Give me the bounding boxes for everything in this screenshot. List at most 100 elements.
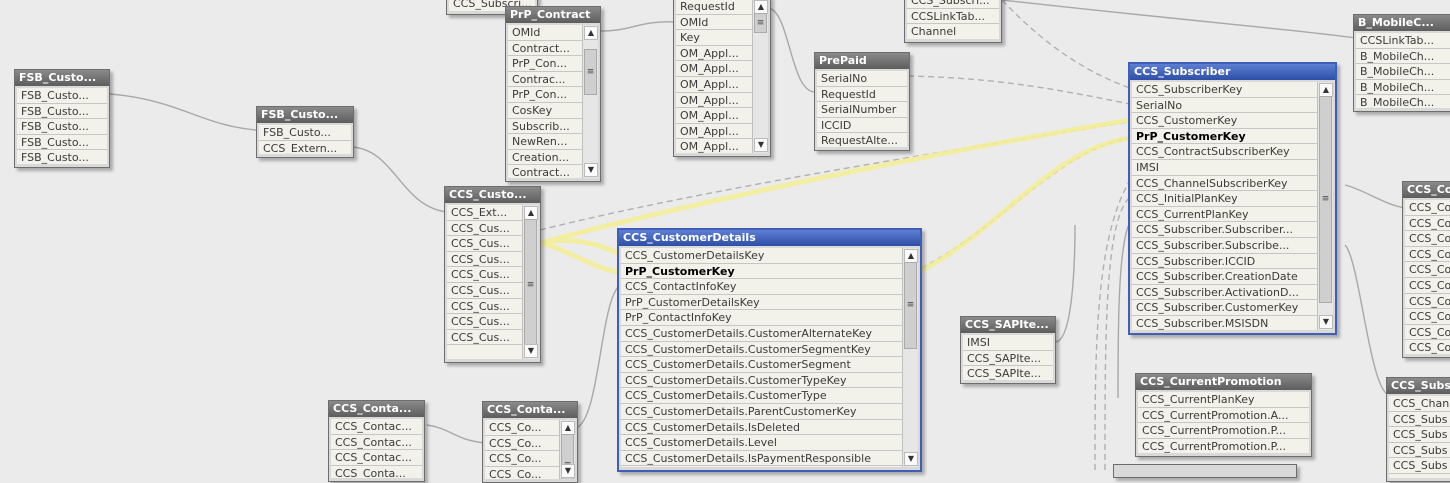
scroll-down-icon[interactable]: ▼ (524, 344, 538, 358)
table-field[interactable]: FSB_Custo... (17, 88, 107, 104)
table-field[interactable]: CCS_Co (1405, 278, 1450, 294)
table-field[interactable]: Subscrib... (508, 119, 583, 135)
table-title[interactable]: CCS_Conta... (483, 402, 577, 418)
table-title[interactable]: CCS_SAPIte... (961, 317, 1055, 333)
table-field[interactable]: CCS_CustomerDetails.CustomerSegment (621, 357, 903, 373)
table-field[interactable]: CCS_Subscriber.MSISDN (1132, 316, 1318, 330)
table-field[interactable]: CCS_CustomerDetails.CustomerSegmentKey (621, 342, 903, 358)
table-field[interactable]: IMSI (963, 335, 1053, 351)
table-field[interactable]: FSB_Custo... (17, 135, 107, 151)
table-field[interactable]: Key (676, 30, 753, 46)
table-field[interactable]: PrP_CustomerKey (1132, 129, 1318, 145)
table-field[interactable]: CCS_CustomerDetails.CustomerTypeKey (621, 373, 903, 389)
table-field[interactable]: CCS_Subs (1389, 458, 1450, 474)
table-field[interactable]: SerialNumber (817, 102, 907, 118)
table-field[interactable]: OM_Appl... (676, 61, 753, 77)
table-field[interactable]: SerialNo (1132, 98, 1318, 114)
table-field[interactable]: CCS_Co... (485, 420, 560, 436)
scroll-up-icon[interactable]: ▲ (754, 0, 768, 14)
table-field[interactable]: RequestId (817, 87, 907, 103)
table-title[interactable]: FSB_Custo... (257, 107, 353, 123)
table-b-mobilec[interactable]: B_MobileC... CCSLinkTab... B_MobileCh... B… (1353, 14, 1450, 112)
table-field[interactable]: FSB_Custo... (17, 119, 107, 135)
table-field[interactable]: CCS_Cus... (447, 314, 523, 330)
table-field[interactable]: PrP_Con... (508, 56, 583, 72)
table-field[interactable]: CCS_Co... (485, 451, 560, 467)
table-field[interactable]: OM_Appl... (676, 93, 753, 109)
table-title[interactable]: CCS_Custo... (445, 187, 540, 203)
table-prepaid[interactable]: PrePaid SerialNo RequestId SerialNumber ICC… (814, 52, 910, 151)
table-field[interactable]: CCS_Conta... (331, 466, 422, 478)
table-field[interactable]: RequestId (676, 0, 753, 15)
table-field[interactable]: FSB_Custo... (17, 104, 107, 120)
table-field[interactable]: CCS_Subscriber.CreationDate (1132, 269, 1318, 285)
scroll-up-icon[interactable]: ▲ (584, 26, 598, 40)
table-field[interactable]: NewRen... (508, 134, 583, 150)
table-partial-bottom[interactable] (1113, 464, 1297, 478)
table-field[interactable]: SerialNo (817, 71, 907, 87)
table-field[interactable]: CCS_ContractSubscriberKey (1132, 144, 1318, 160)
table-field[interactable]: CCS_Subscriber.CustomerKey (1132, 300, 1318, 316)
table-field[interactable]: CCS_Subscriber.ICCID (1132, 254, 1318, 270)
table-ccs-co-right[interactable]: CCS_Co CCS_Co CCS_Co CCS_Co CCS_Co CCS_Co CCS… (1402, 181, 1450, 358)
scroll-down-icon[interactable]: ▼ (904, 452, 918, 466)
table-field[interactable]: CCS_Subs (1389, 443, 1450, 459)
table-field[interactable]: CCS_Co (1405, 216, 1450, 232)
table-field[interactable]: CCS_Cus... (447, 267, 523, 283)
table-field[interactable]: CCS_ContactInfoKey (621, 279, 903, 295)
table-title[interactable]: B_MobileC... (1354, 15, 1450, 31)
table-field[interactable]: OM_Appl... (676, 108, 753, 124)
table-title[interactable]: CCS_CustomerDetails (619, 230, 920, 246)
table-title[interactable]: CCS_Subscriber (1130, 64, 1335, 80)
table-field[interactable]: OMId (508, 25, 583, 41)
table-field[interactable]: CCS_Contac... (331, 419, 422, 435)
scrollbar[interactable]: ▲≡ ▼ (1317, 82, 1333, 330)
table-field[interactable]: Contrac... (508, 72, 583, 88)
table-field[interactable]: Channel (907, 24, 999, 39)
table-title[interactable]: FSB_Custo... (15, 70, 109, 86)
table-field[interactable]: CCS_ChannelSubscriberKey (1132, 176, 1318, 192)
table-field[interactable]: CCS_Cus... (447, 221, 523, 237)
table-field[interactable]: CCS_CurrentPlanKey (1138, 392, 1309, 408)
scroll-up-icon[interactable]: ▲ (904, 249, 918, 263)
table-title[interactable]: CCS_Subs (1387, 378, 1450, 394)
table-prp-contract[interactable]: PrP_Contract OMId Contract... PrP_Con... Co… (505, 6, 601, 182)
table-field[interactable]: OM_Appl... (676, 46, 753, 62)
table-field[interactable]: OM_Appl... (676, 77, 753, 93)
table-field[interactable]: CCS_Co (1405, 340, 1450, 354)
table-field[interactable]: CCS_CurrentPlanKey (1132, 207, 1318, 223)
table-field[interactable]: CCS_Subs (1389, 427, 1450, 443)
table-title[interactable]: CCS_Co (1403, 182, 1450, 198)
table-ccs-conta-2[interactable]: CCS_Conta... CCS_Co... CCS_Co... CCS_Co...… (482, 401, 578, 483)
table-field[interactable]: CCS_Extern... (259, 141, 351, 154)
table-field[interactable]: CCS_Co (1405, 325, 1450, 341)
table-field[interactable]: CCS_Subscriber.Subscriber... (1132, 222, 1318, 238)
table-field[interactable]: CCS_Co (1405, 262, 1450, 278)
table-title[interactable]: CCS_Conta... (329, 401, 424, 417)
table-field[interactable]: PrP_Con... (508, 87, 583, 103)
table-field[interactable]: RequestAlte... (817, 133, 907, 147)
table-field[interactable]: CCS_CustomerDetails.CustomerAlternateKey (621, 326, 903, 342)
table-field[interactable]: B_MobileCh... (1356, 95, 1450, 108)
table-title[interactable]: CCS_CurrentPromotion (1136, 374, 1311, 390)
table-ccs-currentpromotion[interactable]: CCS_CurrentPromotion CCS_CurrentPlanKey C… (1135, 373, 1312, 457)
table-field[interactable]: B_MobileCh... (1356, 64, 1450, 80)
scrollbar[interactable]: ▲≡ ▼ (902, 248, 918, 467)
scroll-down-icon[interactable]: ▼ (561, 464, 575, 478)
table-field[interactable]: CCS_Subscriber.ActivationD... (1132, 285, 1318, 301)
table-field[interactable]: CCS_Cus... (447, 252, 523, 268)
scroll-thumb[interactable]: ≡ (1319, 96, 1332, 303)
table-ccs-subscriber[interactable]: CCS_Subscriber CCS_SubscriberKey SerialNo… (1128, 62, 1337, 335)
table-field[interactable]: CCS_CustomerKey (1132, 113, 1318, 129)
table-title[interactable]: PrePaid (815, 53, 909, 69)
table-field[interactable]: CCS_Cus... (447, 330, 523, 346)
table-ccs-sapite[interactable]: CCS_SAPIte... IMSI CCS_SAPIte... CCS_SAPIt… (960, 316, 1056, 384)
table-field[interactable]: CCS_Subs (1389, 412, 1450, 428)
table-field[interactable]: OMId (676, 15, 753, 31)
table-ccs-customerdetails[interactable]: CCS_CustomerDetails CCS_CustomerDetailsK… (617, 228, 922, 472)
table-field[interactable]: CCS_Contac... (331, 450, 422, 466)
table-field[interactable]: ICCID (817, 118, 907, 134)
table-field[interactable]: CCS_Co (1405, 309, 1450, 325)
table-field[interactable]: CCS_Co... (485, 467, 560, 479)
table-field[interactable]: CCS_Cus... (447, 299, 523, 315)
